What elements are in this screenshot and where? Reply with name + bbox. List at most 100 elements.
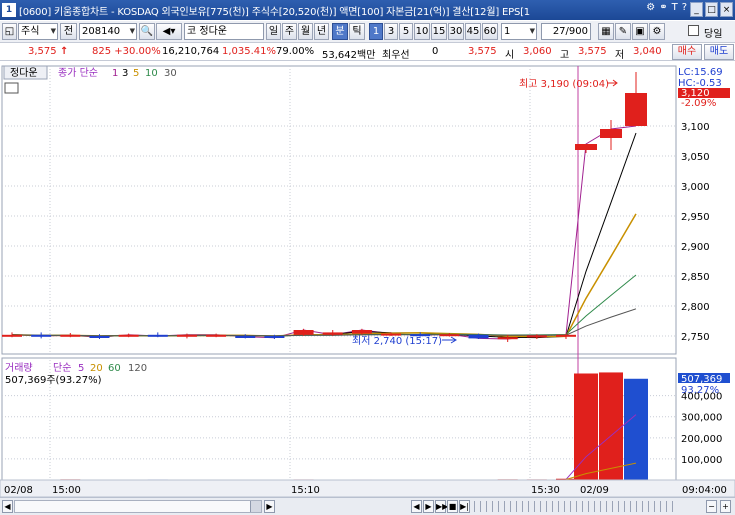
indicator-icon[interactable]: ▦ [598, 23, 614, 40]
stock-code-input[interactable]: 208140 [79, 23, 137, 40]
close-button[interactable]: × [720, 2, 733, 17]
candle-body [176, 334, 197, 337]
interval-60[interactable]: 60 [482, 23, 498, 40]
play-button[interactable]: ▶ [423, 500, 434, 513]
price-panel-title[interactable]: 정다운 [10, 67, 38, 79]
best-price: 3,575 [468, 46, 497, 57]
tab-minute[interactable]: 분 [332, 23, 348, 40]
candle-body [235, 336, 256, 338]
price-y-tick: 2,850 [681, 272, 710, 283]
current-price: 3,575 [28, 46, 57, 57]
fast-forward-button[interactable]: ▶▶ [435, 500, 448, 513]
tab-month[interactable]: 월 [298, 23, 313, 40]
ratio-2: 79.00% [276, 46, 315, 57]
open-value: 3,060 [523, 46, 552, 57]
scroll-left-button[interactable]: ◀ [2, 500, 13, 513]
window-title: [0600] 키움종합차트 - KOSDAQ 외국인보유[775(천)] 주식수… [19, 6, 530, 18]
price-y-tick: 2,750 [681, 332, 710, 343]
volume-current-label: 507,369 [681, 374, 722, 385]
volume-y-tick: 200,000 [681, 434, 722, 445]
candle-body [351, 330, 372, 334]
help-icon[interactable]: ? [681, 2, 688, 17]
candle-body [264, 336, 285, 338]
minimize-button[interactable]: _ [690, 2, 703, 17]
price-y-tick: 2,900 [681, 242, 710, 253]
interval-5[interactable]: 5 [399, 23, 413, 40]
data-count-field[interactable]: 27/900 [541, 23, 591, 40]
candle-body [31, 334, 52, 337]
candle-body [526, 335, 547, 338]
price-legend-ma10: 10 [145, 68, 158, 79]
tab-day[interactable]: 일 [266, 23, 281, 40]
up-arrow-icon: ↑ [60, 46, 69, 57]
save-icon[interactable]: ▣ [632, 23, 648, 40]
scroll-thumb[interactable] [15, 501, 251, 512]
price-legend-ma5: 5 [133, 68, 139, 79]
window-titlebar: 1 [0600] 키움종합차트 - KOSDAQ 외국인보유[775(천)] 주… [0, 0, 735, 20]
pin-icon[interactable]: T [671, 2, 679, 17]
volume-panel-title[interactable]: 거래량 [5, 362, 33, 374]
price-legend-ma30: 30 [164, 68, 177, 79]
price-y-tick: 2,800 [681, 302, 710, 313]
lc-value: LC:15.69 [678, 67, 723, 78]
stock-name-field: 코 정다운 [184, 23, 264, 40]
interval-10[interactable]: 10 [414, 23, 430, 40]
market-select[interactable]: 주식 [18, 23, 58, 40]
current-pct-label: -2.09% [681, 98, 716, 109]
volume-legend-ma: 단순 [53, 362, 71, 374]
buy-button[interactable]: 매수 [672, 44, 702, 60]
candle-body [206, 334, 227, 337]
today-checkbox[interactable] [688, 25, 699, 36]
price-y-tick: 3,100 [681, 122, 710, 133]
zoom-out-button[interactable]: − [706, 500, 717, 513]
maximize-button[interactable]: □ [705, 2, 718, 17]
interval-select[interactable]: 1 [501, 23, 537, 40]
best-bid-value: 0 [432, 46, 439, 57]
candle-body [439, 334, 460, 337]
candle-body [2, 334, 22, 337]
all-button[interactable]: 전 [60, 23, 77, 40]
candle-body [468, 334, 489, 339]
interval-1[interactable]: 1 [369, 23, 383, 40]
volume-ratio: 1,035.41% [222, 46, 277, 57]
interval-15[interactable]: 15 [431, 23, 447, 40]
speaker-icon[interactable]: ◀▾ [156, 23, 182, 40]
stock-name: 정다운 [199, 26, 227, 37]
high-value: 3,575 [578, 46, 607, 57]
interval-3[interactable]: 3 [384, 23, 398, 40]
quote-bar: 3,575 ↑ 825 +30.00% 16,210,764 1,035.41%… [0, 44, 735, 61]
tab-week[interactable]: 주 [282, 23, 297, 40]
today-checkbox-label: 당일 [704, 29, 723, 40]
grid-toggle-icon[interactable] [4, 82, 19, 94]
x-label-right-time: 09:04:00 [682, 485, 727, 496]
chart-area[interactable]: 정다운 종가 단순 1 3 5 10 30 LC:15.69 HC:-0.53 … [0, 62, 735, 497]
chart-scrollbar[interactable]: ◀ ▶ ◀ ▶ ▶▶ ■ ▶| − + [0, 497, 735, 515]
x-label-0208: 02/08 [4, 485, 33, 496]
tab-year[interactable]: 년 [314, 23, 329, 40]
settings-icon[interactable]: ⚙ [649, 23, 665, 40]
candle-body [293, 330, 314, 335]
link-icon[interactable]: ⚭ [658, 2, 668, 17]
tab-tick[interactable]: 틱 [349, 23, 365, 40]
chart-toolbar: ◱ 주식 전 208140 🔍 ◀▾ 코 정다운 일 주 월 년 분 틱 1 3… [0, 21, 735, 43]
scroll-right-button[interactable]: ▶ [264, 500, 275, 513]
scroll-track[interactable] [14, 500, 262, 513]
play-prev-button[interactable]: ◀ [411, 500, 422, 513]
candle-body [118, 334, 139, 337]
interval-45[interactable]: 45 [465, 23, 481, 40]
low-label: 저 [615, 50, 625, 61]
market-tag: 코 [187, 26, 197, 37]
price-y-tick: 3,050 [681, 152, 710, 163]
interval-30[interactable]: 30 [448, 23, 464, 40]
stop-button[interactable]: ■ [447, 500, 458, 513]
window-menu-icon[interactable]: ◱ [2, 23, 17, 40]
search-icon[interactable]: 🔍 [139, 23, 155, 40]
zoom-in-button[interactable]: + [720, 500, 731, 513]
end-button[interactable]: ▶| [459, 500, 470, 513]
sell-button[interactable]: 매도 [704, 44, 734, 60]
price-legend-ma: 종가 단순 [58, 67, 98, 79]
wrench-icon[interactable]: ⚙ [645, 2, 656, 17]
tools-icon[interactable]: ✎ [615, 23, 631, 40]
zoom-slider[interactable] [474, 501, 674, 512]
best-bid-label: 최우선 [382, 50, 410, 61]
